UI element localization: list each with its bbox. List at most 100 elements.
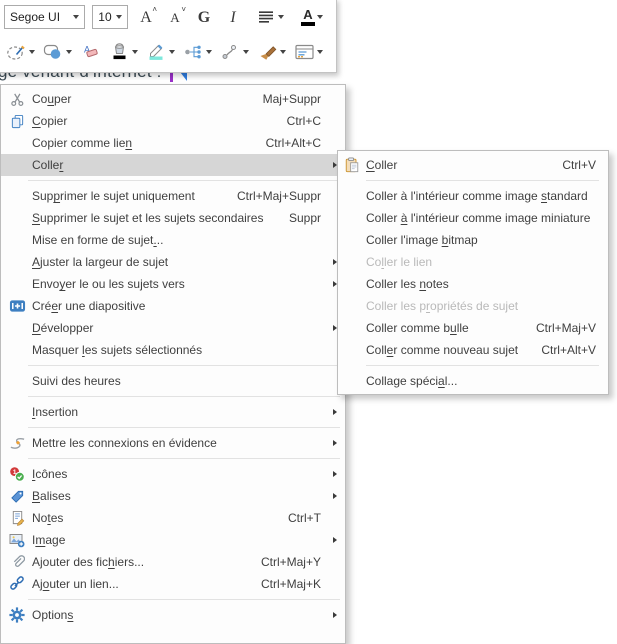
menu-item-ajuster-la-largeur-de-sujet[interactable]: Ajuster la largeur de sujet [1,251,345,273]
menu-item-suivi-des-heures[interactable]: Suivi des heures [1,370,345,392]
menu-separator [28,396,340,397]
menu-item-coller-l-image-bitmap[interactable]: Coller l'image bitmap [338,229,608,251]
relationship-icon [220,42,241,62]
menu-item-shortcut: Ctrl+Maj+K [261,577,321,591]
branch-layout-button[interactable] [183,42,212,62]
menu-item-coller-comme-nouveau-sujet[interactable]: Coller comme nouveau sujetCtrl+Alt+V [338,339,608,361]
menu-item-copier[interactable]: CopierCtrl+C [1,110,345,132]
caret-up-icon: ˄ [152,5,157,14]
menu-item-notes[interactable]: NotesCtrl+T [1,507,345,529]
toolbar-row-objects: A [0,32,336,71]
menu-item-couper[interactable]: CouperMaj+Suppr [1,88,345,110]
submenu-arrow-icon [333,612,337,618]
chevron-down-icon [132,50,138,54]
menu-item-label: Créer une diapositive [32,299,321,313]
menu-separator [28,599,340,600]
panel-card-button[interactable] [294,42,323,62]
menu-item-insertion[interactable]: Insertion [1,401,345,423]
menu-item-label: Coller les propriétés de sujet [366,299,596,313]
menu-item-coller-les-proprietes-de-sujet: Coller les propriétés de sujet [338,295,608,317]
chevron-down-icon [206,50,212,54]
paste-submenu: CollerCtrl+V Coller à l'intérieur comme i… [337,150,609,395]
font-size-select[interactable]: 10 [92,5,128,29]
alignment-button[interactable] [255,7,284,27]
menu-item-copier-comme-lien[interactable]: Copier comme lienCtrl+Alt+C [1,132,345,154]
menu-item-supprimer-le-sujet-uniquement[interactable]: Supprimer le sujet uniquementCtrl+Maj+Su… [1,185,345,207]
branch-layout-icon [183,42,204,62]
format-painter-button[interactable] [257,42,286,62]
italic-button[interactable]: I [222,5,244,29]
font-family-value: Segoe UI [10,10,60,24]
menu-item-label: Coller à l'intérieur comme image miniatu… [366,211,596,225]
menu-item-label: Collage spécial... [366,374,596,388]
bold-button[interactable]: G [193,5,215,29]
chevron-down-icon [243,50,249,54]
fill-color-bucket-button[interactable] [109,42,138,62]
submenu-arrow-icon [333,537,337,543]
toolbar-row-font: Segoe UI 10 A ˄ A ˅ G I A [0,0,336,32]
menu-item-label: Coller à l'intérieur comme image standar… [366,189,596,203]
chevron-down-icon [73,15,79,19]
menu-item-coller-comme-bulle[interactable]: Coller comme bulleCtrl+Maj+V [338,317,608,339]
menu-item-image[interactable]: Image [1,529,345,551]
menu-item-mise-en-forme-de-sujet[interactable]: Mise en forme de sujet... [1,229,345,251]
context-menu: CouperMaj+SupprCopierCtrl+CCopier comme … [0,84,346,644]
menu-item-label: Coller les notes [366,277,596,291]
menu-item-shortcut: Suppr [289,211,321,225]
menu-item-ajouter-des-fichiers[interactable]: Ajouter des fichiers...Ctrl+Maj+Y [1,551,345,573]
menu-item-label: Mise en forme de sujet... [32,233,321,247]
menu-item-creer-une-diapositive[interactable]: Créer une diapositive [1,295,345,317]
align-lines-icon [255,7,276,27]
slide-plus-icon [7,297,27,315]
shrink-font-button[interactable]: A ˅ [164,5,186,29]
fill-color-bucket-icon [109,42,130,62]
menu-item-label: Image [32,533,321,547]
menu-item-collage-special[interactable]: Collage spécial... [338,370,608,392]
menu-item-coller-les-notes[interactable]: Coller les notes [338,273,608,295]
menu-item-options[interactable]: Options [1,604,345,626]
menu-item-ajouter-un-lien[interactable]: Ajouter un lien...Ctrl+Maj+K [1,573,345,595]
menu-item-developper[interactable]: Développer [1,317,345,339]
menu-item-masquer-les-sujets-selectionnes[interactable]: Masquer les sujets sélectionnés [1,339,345,361]
font-color-icon: A [301,8,315,26]
menu-item-mettre-les-connexions-en-evidence[interactable]: Mettre les connexions en évidence [1,432,345,454]
chevron-down-icon [317,50,323,54]
menu-item-label: Coller [366,158,548,172]
menu-separator [28,458,340,459]
chevron-down-icon [169,50,175,54]
font-color-button[interactable]: A [301,8,323,26]
menu-item-envoyer-le-ou-les-sujets-vers[interactable]: Envoyer le ou les sujets vers [1,273,345,295]
menu-item-icones[interactable]: 1Icônes [1,463,345,485]
boundary-pencil-button[interactable] [6,42,35,62]
menu-item-coller-a-l-interieur-comme-image-standard[interactable]: Coller à l'intérieur comme image standar… [338,185,608,207]
image-plus-icon [7,531,27,549]
menu-separator [366,180,599,181]
status-icons-icon: 1 [7,465,27,483]
menu-item-coller[interactable]: CollerCtrl+V [338,154,608,176]
menu-item-supprimer-le-sujet-et-les-sujets-secondaires[interactable]: Supprimer le sujet et les sujets seconda… [1,207,345,229]
menu-item-label: Copier comme lien [32,136,252,150]
paperclip-icon [7,553,27,571]
menu-item-label: Copier [32,114,273,128]
highlighter-button[interactable] [146,42,175,62]
menu-item-balises[interactable]: Balises [1,485,345,507]
shape-fill-button[interactable] [43,42,72,62]
format-painter-icon [257,42,278,62]
submenu-arrow-icon [333,440,337,446]
menu-item-coller-a-l-interieur-comme-image-miniature[interactable]: Coller à l'intérieur comme image miniatu… [338,207,608,229]
grow-font-button[interactable]: A ˄ [135,5,157,29]
chevron-down-icon [278,15,284,19]
submenu-arrow-icon [333,471,337,477]
menu-item-coller-le-lien: Coller le lien [338,251,608,273]
menu-item-label: Balises [32,489,321,503]
note-icon [7,509,27,527]
menu-item-label: Notes [32,511,274,525]
menu-item-label: Ajuster la largeur de sujet [32,255,321,269]
menu-item-label: Insertion [32,405,321,419]
menu-item-coller[interactable]: Coller [1,154,345,176]
font-family-select[interactable]: Segoe UI [4,5,85,29]
clear-format-eraser-button[interactable]: A [80,42,101,62]
menu-item-shortcut: Maj+Suppr [263,92,321,106]
relationship-button[interactable] [220,42,249,62]
gear-icon [7,606,27,624]
